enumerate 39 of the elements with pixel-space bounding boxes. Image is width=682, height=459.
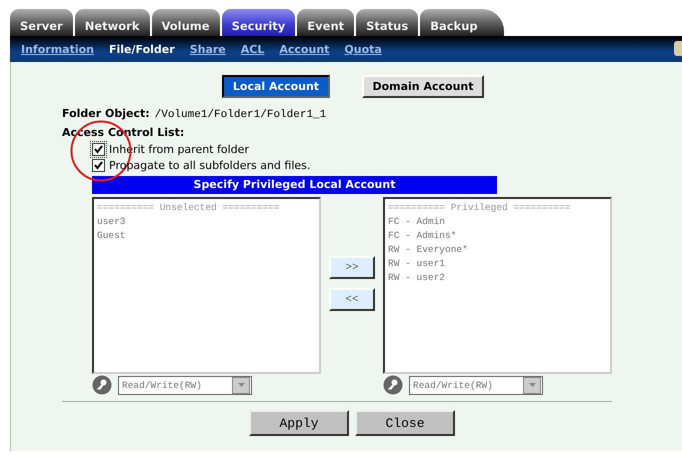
subnav-link[interactable]: Information [21, 42, 94, 56]
account-list[interactable]: ========== Unselected ========== user3 Guest [92, 197, 321, 374]
account-type-button[interactable]: Domain Account [362, 75, 484, 98]
checkbox[interactable] [92, 143, 105, 156]
nav-tab[interactable]: Volume [152, 9, 220, 36]
subnav-link[interactable]: Account [279, 42, 330, 56]
panel-title: Specify Privileged Local Account [92, 176, 497, 194]
nav-tab[interactable]: Network [74, 9, 150, 36]
list-header: ========== Privileged ========== [388, 201, 572, 215]
key-icon [92, 375, 112, 395]
subnav-link[interactable]: Quota [344, 42, 382, 56]
move-button[interactable]: >> [329, 256, 375, 279]
list-item[interactable]: RW - Everyone* [388, 243, 607, 257]
list-item[interactable]: RW - user1 [388, 257, 607, 271]
dropdown-arrow-icon [238, 383, 244, 387]
list-item[interactable]: RW - user2 [388, 271, 607, 285]
nav-tab[interactable]: Backup [420, 9, 504, 36]
dropdown-arrow-icon [528, 383, 536, 387]
folder-path: /Volume1/Folder1/Folder1_1 [154, 109, 326, 121]
action-button[interactable]: Close [355, 410, 455, 436]
nav-tab[interactable]: Event [297, 9, 354, 36]
list-item[interactable]: Guest [97, 229, 316, 243]
field-label: Folder Object: [62, 107, 150, 120]
subnav-link[interactable]: File/Folder [109, 42, 175, 56]
account-type-button[interactable]: Local Account [222, 75, 330, 98]
account-list[interactable]: ========== Privileged ========== FC - Admin FC - Admins* RW - Everyone* RW - user1 RW - user2 [383, 197, 612, 374]
list-header: ========== Unselected ========== [97, 201, 280, 215]
action-button[interactable]: Apply [249, 410, 349, 436]
list-item[interactable]: FC - Admin [388, 215, 607, 229]
list-item[interactable]: FC - Admins* [388, 229, 607, 243]
nav-tab[interactable]: Security [222, 9, 296, 36]
subnav-link[interactable]: Share [190, 42, 226, 56]
subnav-link[interactable]: ACL [240, 42, 264, 56]
key-icon [383, 375, 403, 395]
nav-tab[interactable]: Server [10, 9, 73, 36]
move-button[interactable]: << [329, 288, 375, 311]
list-item[interactable]: user3 [97, 215, 316, 229]
checkbox[interactable] [92, 159, 105, 172]
nav-tab[interactable]: Status [356, 9, 418, 36]
